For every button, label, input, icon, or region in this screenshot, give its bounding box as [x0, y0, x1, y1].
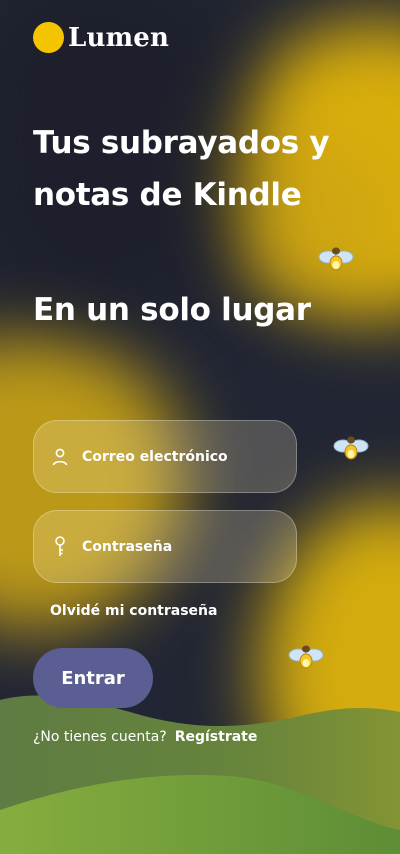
signup-row: ¿No tienes cuenta? Regístrate [33, 729, 257, 745]
hills-illustration [0, 695, 400, 854]
signup-prompt: ¿No tienes cuenta? [33, 729, 167, 745]
headline: Tus subrayados y notas de Kindle [33, 125, 330, 213]
logo-text: Lumen [68, 22, 170, 53]
login-button[interactable]: Entrar [33, 648, 153, 708]
email-field[interactable] [33, 420, 297, 493]
user-icon [50, 445, 70, 469]
logo-sun-icon [33, 22, 64, 53]
signup-link[interactable]: Regístrate [175, 729, 258, 745]
firefly-icon [333, 436, 369, 460]
subheadline: En un solo lugar [33, 292, 311, 328]
password-input[interactable] [82, 538, 282, 555]
logo: Lumen [33, 22, 169, 53]
firefly-icon [318, 247, 354, 271]
email-input[interactable] [82, 448, 282, 465]
key-icon [50, 535, 70, 559]
firefly-icon [288, 645, 324, 669]
forgot-password-link[interactable]: Olvidé mi contraseña [50, 603, 217, 619]
password-field[interactable] [33, 510, 297, 583]
